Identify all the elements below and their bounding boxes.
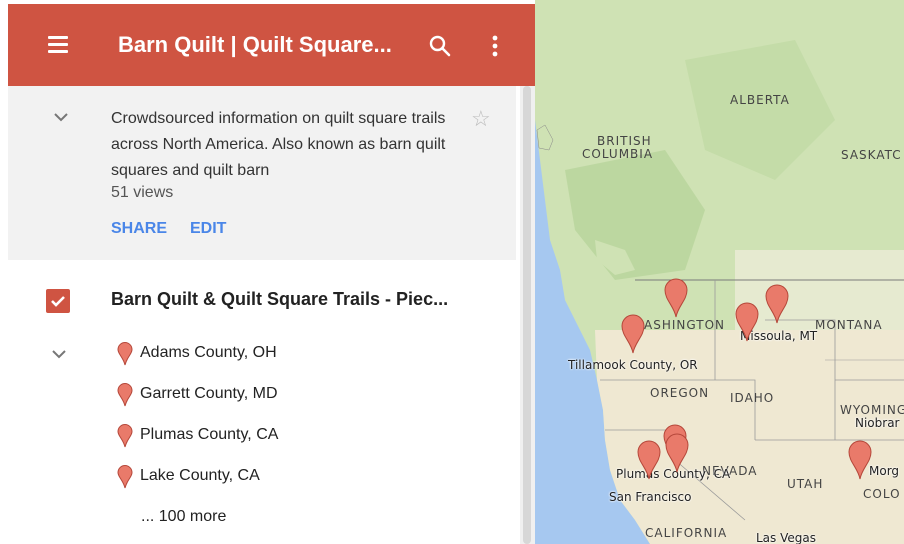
menu-icon[interactable] — [46, 33, 74, 57]
map-pin-icon — [117, 465, 133, 489]
more-vert-icon[interactable] — [490, 34, 510, 62]
region-label: WYOMING — [840, 403, 904, 417]
map-marker[interactable] — [765, 284, 789, 324]
title-bar: Barn Quilt | Quilt Square... — [8, 4, 535, 86]
city-label: San Francisco — [609, 490, 692, 504]
map-pin-icon — [117, 424, 133, 448]
city-label: Las Vegas — [756, 531, 816, 544]
chevron-down-icon[interactable] — [50, 345, 68, 363]
city-label: Niobrar — [855, 416, 900, 430]
map-marker[interactable] — [637, 440, 661, 480]
list-item[interactable]: Adams County, OH — [117, 342, 417, 368]
list-item[interactable]: Garrett County, MD — [117, 383, 417, 409]
list-item[interactable]: Lake County, CA — [117, 465, 417, 491]
layer-title[interactable]: Barn Quilt & Quilt Square Trails - Piec.… — [111, 289, 491, 310]
map-canvas[interactable]: ALBERTA BRITISH COLUMBIA SASKATC ASHINGT… — [535, 0, 904, 544]
place-label: Plumas County, CA — [140, 426, 279, 443]
chevron-down-icon[interactable] — [52, 108, 70, 126]
description-section: Crowdsourced information on quilt square… — [8, 86, 516, 260]
region-label: SASKATC — [841, 148, 902, 162]
region-label: ASHINGTON — [644, 318, 725, 332]
checkmark-icon — [51, 296, 65, 307]
place-label: Garrett County, MD — [140, 385, 278, 402]
more-items-link[interactable]: ... 100 more — [141, 508, 226, 526]
city-label: Tillamook County, OR — [568, 358, 698, 372]
region-label: OREGON — [650, 386, 710, 400]
share-button[interactable]: SHARE — [111, 220, 167, 238]
region-label: IDAHO — [730, 391, 775, 405]
region-label: UTAH — [787, 477, 824, 491]
region-label: CALIFORNIA — [645, 526, 728, 540]
scrollbar[interactable] — [520, 86, 535, 544]
map-marker[interactable] — [665, 433, 689, 473]
scrollbar-thumb[interactable] — [523, 86, 531, 544]
map-marker[interactable] — [735, 302, 759, 342]
layer-checkbox[interactable] — [46, 289, 70, 313]
star-icon[interactable]: ☆ — [471, 106, 491, 132]
map-description: Crowdsourced information on quilt square… — [111, 110, 446, 179]
map-pin-icon — [117, 383, 133, 407]
map-marker[interactable] — [621, 314, 645, 354]
place-label: Lake County, CA — [140, 467, 260, 484]
region-label: MONTANA — [815, 318, 883, 332]
region-label: ALBERTA — [730, 93, 790, 107]
place-label: Adams County, OH — [140, 344, 277, 361]
map-title[interactable]: Barn Quilt | Quilt Square... — [118, 32, 418, 58]
side-panel: Barn Quilt | Quilt Square... Crowdsource… — [0, 0, 535, 544]
view-count: 51 views — [111, 184, 174, 201]
edit-button[interactable]: EDIT — [190, 220, 226, 238]
list-item[interactable]: Plumas County, CA — [117, 424, 417, 450]
city-label: Morg — [869, 464, 900, 478]
map-marker[interactable] — [848, 440, 872, 480]
map-pin-icon — [117, 342, 133, 366]
region-label: BRITISH — [597, 134, 652, 148]
map-marker[interactable] — [664, 278, 688, 318]
search-icon[interactable] — [428, 34, 456, 62]
region-label: COLUMBIA — [582, 147, 654, 161]
region-label: COLO — [863, 487, 901, 501]
